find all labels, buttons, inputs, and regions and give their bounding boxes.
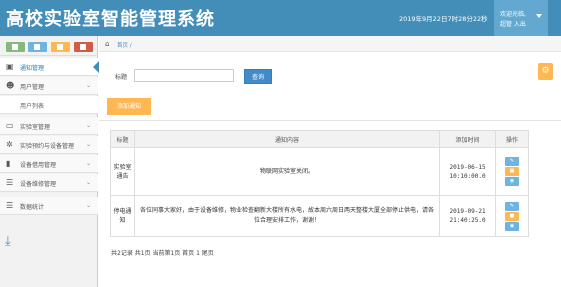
search-input[interactable] bbox=[134, 69, 234, 82]
download-icon[interactable]: ⤓ bbox=[5, 234, 11, 249]
column-header: 通知内容 bbox=[133, 130, 441, 148]
add-notice-button[interactable]: 添加通知 bbox=[107, 98, 151, 115]
sidebar-item-labs[interactable]: ▭ 实验室管理 ⌄ bbox=[0, 117, 98, 135]
notice-table: 标题 通知内容 添加时间 操作 实验室通告 物联网实验室关闭。 2019-06-… bbox=[110, 130, 529, 237]
chevron-down-icon: ⌄ bbox=[86, 141, 92, 148]
sidebar-item-reservations[interactable]: ✲ 实验预约与设备管理 ⌄ bbox=[0, 136, 98, 154]
chevron-down-icon: ⌄ bbox=[86, 179, 92, 186]
clock-text: 2019年9月22日7时28分22秒 bbox=[399, 15, 488, 23]
column-header: 标题 bbox=[110, 130, 135, 148]
row-actions: ✎ ■ ◉ bbox=[495, 147, 529, 196]
sidebar-item-label: 实验预约与设备管理 bbox=[20, 143, 75, 150]
notice-time: 2019-06-15 10:10:00.0 bbox=[439, 147, 497, 196]
desktop-icon: ▭ bbox=[6, 121, 14, 130]
cogs-icon: ✲ bbox=[6, 140, 13, 149]
chevron-down-icon: ⌄ bbox=[86, 160, 92, 167]
notice-title: 停电通知 bbox=[110, 195, 135, 237]
chevron-down-icon: ⌄ bbox=[86, 122, 92, 129]
column-header: 操作 bbox=[495, 130, 529, 148]
sidebar-item-borrow[interactable]: ▮ 设备借用管理 ⌄ bbox=[0, 155, 98, 173]
app-header: 高校实验室智能管理系统 2019年9月22日7时28分22秒 欢迎光临, 超管 … bbox=[0, 0, 561, 36]
sidebar-item-user-list[interactable]: 用户列表 bbox=[0, 96, 98, 114]
list-icon: ☰ bbox=[6, 178, 14, 187]
cogs-icon[interactable] bbox=[74, 42, 93, 52]
sidebar-item-repair[interactable]: ☰ 设备维修管理 ⌄ bbox=[0, 174, 98, 192]
query-button[interactable]: 查询 bbox=[244, 69, 272, 84]
users-icon: ☻ bbox=[6, 81, 15, 90]
app-title: 高校实验室智能管理系统 bbox=[6, 9, 215, 30]
sidebar-shortcuts bbox=[0, 36, 98, 56]
edit-icon[interactable]: ✎ bbox=[505, 201, 520, 211]
user-menu[interactable]: 欢迎光临, 超管 入出 bbox=[494, 0, 548, 36]
chart-icon[interactable] bbox=[6, 42, 25, 52]
notice-content: 各位同事大家好，由于设备维修，物业检查翻新大楼所有水电，故本周六周日两天整楼大厦… bbox=[133, 195, 441, 237]
notice-title: 实验室通告 bbox=[110, 147, 135, 196]
user-greeting: 欢迎光临, bbox=[500, 11, 526, 18]
sidebar-item-label: 用户管理 bbox=[20, 84, 45, 91]
users-icon[interactable] bbox=[51, 42, 70, 52]
sidebar-item-label: 通知管理 bbox=[20, 65, 45, 72]
breadcrumb: ⌂ 首页 / bbox=[99, 36, 561, 52]
sidebar-item-label: 数据统计 bbox=[20, 204, 45, 211]
sidebar-item-notices[interactable]: ▣ 通知管理 bbox=[0, 58, 99, 76]
sidebar: ▣ 通知管理 ☻ 用户管理 ⌄ 用户列表 ▭ 实验室管理 ⌄ ✲ 实验预约与设备… bbox=[0, 36, 99, 287]
eye-icon[interactable]: ◉ bbox=[505, 177, 520, 186]
chevron-down-icon: ⌄ bbox=[86, 202, 92, 209]
chevron-down-icon: ⌄ bbox=[86, 82, 92, 89]
caret-down-icon bbox=[536, 14, 542, 18]
table-header-row: 标题 通知内容 添加时间 操作 bbox=[110, 130, 529, 148]
search-label: 标题 bbox=[115, 74, 128, 81]
bookmark-icon: ▮ bbox=[6, 159, 11, 168]
pagination[interactable]: 共2记录 共1页 当前第1页 首页 1 尾页 bbox=[111, 248, 214, 257]
row-actions: ✎ ■ ◉ bbox=[495, 195, 529, 237]
list-icon: ☰ bbox=[6, 201, 14, 210]
sidebar-item-label: 用户列表 bbox=[20, 103, 45, 110]
sidebar-item-stats[interactable]: ☰ 数据统计 ⌄ bbox=[0, 197, 98, 215]
edit-icon[interactable]: ✎ bbox=[505, 157, 520, 166]
home-icon[interactable]: ⌂ bbox=[105, 40, 109, 48]
trash-icon[interactable]: ■ bbox=[505, 167, 520, 176]
column-header: 添加时间 bbox=[439, 130, 497, 148]
breadcrumb-home[interactable]: 首页 / bbox=[117, 41, 132, 49]
sidebar-item-label: 实验室管理 bbox=[20, 124, 51, 131]
gear-icon[interactable]: ⚙ bbox=[538, 63, 553, 80]
notice-time: 2019-09-21 21:40:25.0 bbox=[439, 195, 497, 237]
divider bbox=[99, 120, 561, 121]
trash-icon[interactable]: ■ bbox=[505, 211, 520, 221]
user-name: 超管 入出 bbox=[500, 21, 526, 28]
table-row: 停电通知 各位同事大家好，由于设备维修，物业检查翻新大楼所有水电，故本周六周日两… bbox=[110, 195, 529, 237]
eye-icon[interactable]: ◉ bbox=[505, 221, 520, 231]
sidebar-item-label: 设备维修管理 bbox=[20, 181, 57, 188]
monitor-icon: ▣ bbox=[6, 62, 14, 71]
pencil-icon[interactable] bbox=[28, 42, 47, 52]
table-row: 实验室通告 物联网实验室关闭。 2019-06-15 10:10:00.0 ✎ … bbox=[110, 147, 529, 196]
sidebar-item-users[interactable]: ☻ 用户管理 ⌄ bbox=[0, 77, 98, 95]
notice-content: 物联网实验室关闭。 bbox=[133, 147, 441, 196]
sidebar-item-label: 设备借用管理 bbox=[20, 162, 57, 169]
